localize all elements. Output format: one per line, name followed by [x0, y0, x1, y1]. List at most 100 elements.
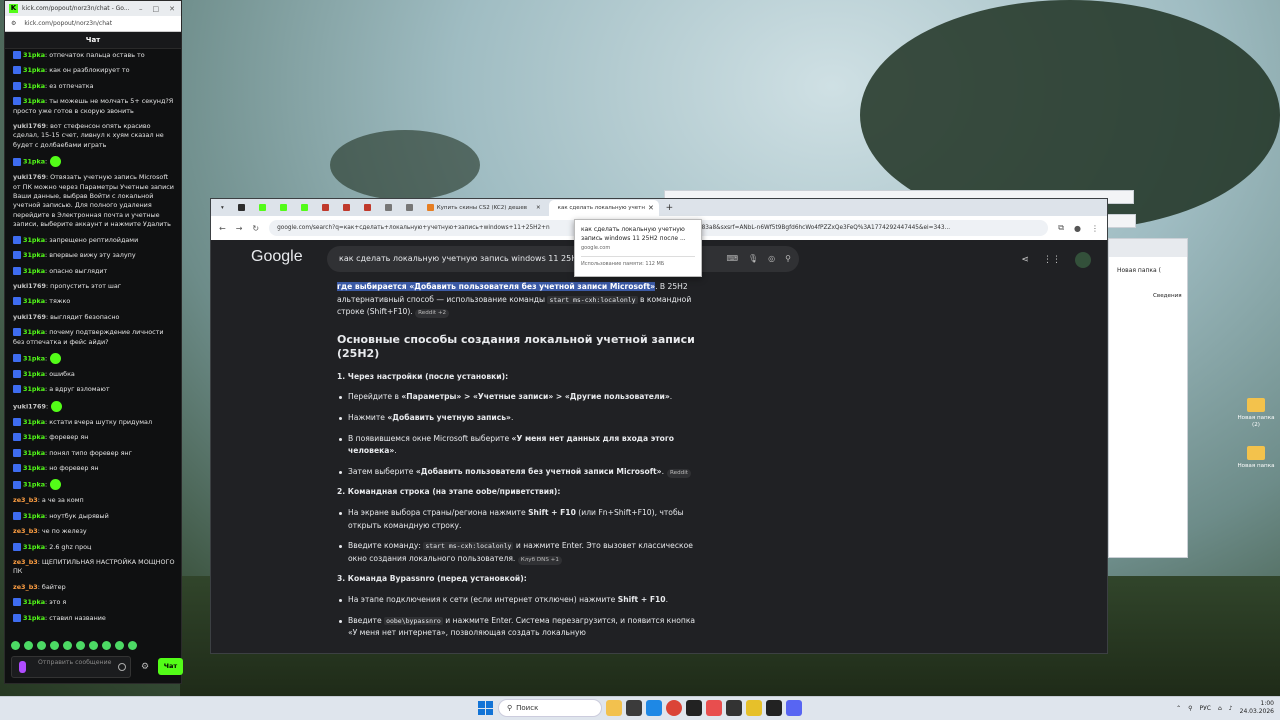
- chat-username[interactable]: 31pka: [23, 464, 45, 472]
- mic-icon[interactable]: [19, 661, 26, 673]
- apps-icon[interactable]: ⋮⋮: [1043, 255, 1061, 265]
- chat-input[interactable]: Отправить сообщение: [11, 656, 131, 678]
- chat-username[interactable]: 31pka: [23, 385, 45, 393]
- taskbar-app-icon[interactable]: [706, 700, 722, 716]
- taskbar-search[interactable]: ⚲ Поиск: [498, 699, 602, 717]
- browser-tab[interactable]: [316, 201, 335, 214]
- chat-send-button[interactable]: Чат: [158, 658, 183, 675]
- file-explorer-icon[interactable]: [606, 700, 622, 716]
- start-button[interactable]: [476, 699, 494, 717]
- chat-username[interactable]: 31pka: [23, 433, 45, 441]
- taskbar-app-icon[interactable]: [766, 700, 782, 716]
- profile-avatar[interactable]: ●: [1074, 224, 1081, 233]
- emote-icon[interactable]: [128, 641, 137, 650]
- taskbar-app-icon[interactable]: [746, 700, 762, 716]
- clock[interactable]: 1:00 24.03.2026: [1240, 700, 1274, 716]
- chat-username[interactable]: yuki1769: [13, 402, 46, 410]
- chat-url[interactable]: kick.com/popout/norz3n/chat: [24, 20, 112, 27]
- chat-username[interactable]: 31pka: [23, 97, 45, 105]
- source-chip[interactable]: Reddit +2: [415, 309, 450, 319]
- taskbar-app-icon[interactable]: [726, 700, 742, 716]
- chat-settings-gear-icon[interactable]: ⚙: [141, 662, 149, 672]
- chat-username[interactable]: 31pka: [23, 297, 45, 305]
- chat-username[interactable]: 31pka: [23, 370, 45, 378]
- browser-tab[interactable]: [232, 201, 251, 214]
- browser-tab[interactable]: [295, 201, 314, 214]
- close-tab-icon[interactable]: ✕: [648, 204, 654, 212]
- account-avatar[interactable]: [1075, 252, 1091, 268]
- browser-tab[interactable]: [253, 201, 272, 214]
- browser-tab[interactable]: [400, 201, 419, 214]
- chat-username[interactable]: 31pka: [23, 614, 45, 622]
- lens-icon[interactable]: ◎: [768, 246, 775, 272]
- browser-tab[interactable]: [379, 201, 398, 214]
- chat-messages[interactable]: 31pka: отпечаток пальца оставь то 31pka: …: [5, 49, 181, 623]
- explorer-tab[interactable]: Новая папка (: [1117, 267, 1161, 274]
- emote-icon[interactable]: [24, 641, 33, 650]
- chat-username[interactable]: yuki1769: [13, 122, 46, 130]
- chat-username[interactable]: 31pka: [23, 51, 45, 59]
- menu-icon[interactable]: ⋮: [1091, 224, 1099, 233]
- chat-username[interactable]: yuki1769: [13, 282, 46, 290]
- close-tab-icon[interactable]: ✕: [536, 205, 541, 211]
- emote-icon[interactable]: [115, 641, 124, 650]
- chat-username[interactable]: ze3_b3: [13, 496, 38, 504]
- chat-username[interactable]: 31pka: [23, 82, 45, 90]
- emote-icon[interactable]: [11, 641, 20, 650]
- chat-username[interactable]: 31pka: [23, 267, 45, 275]
- chat-username[interactable]: 31pka: [23, 158, 45, 166]
- search-input[interactable]: как сделать локальную учетную запись win…: [327, 246, 799, 272]
- network-icon[interactable]: ⌂: [1218, 705, 1222, 712]
- language-indicator[interactable]: РУС: [1200, 705, 1211, 712]
- chat-username[interactable]: yuki1769: [13, 313, 46, 321]
- browser-tab[interactable]: [337, 201, 356, 214]
- chat-username[interactable]: 31pka: [23, 598, 45, 606]
- chat-username[interactable]: 31pka: [23, 66, 45, 74]
- chat-username[interactable]: 31pka: [23, 512, 45, 520]
- desktop-folder-icon[interactable]: Новая папка: [1236, 446, 1276, 470]
- browser-tab[interactable]: [358, 201, 377, 214]
- new-tab-button[interactable]: +: [661, 203, 679, 213]
- explorer-details-item[interactable]: Сведения: [1153, 293, 1182, 299]
- emoji-icon[interactable]: [118, 663, 126, 671]
- forward-icon[interactable]: →: [236, 224, 243, 233]
- chat-username[interactable]: 31pka: [23, 236, 45, 244]
- google-logo[interactable]: Google: [251, 248, 303, 266]
- discord-icon[interactable]: [786, 700, 802, 716]
- close-icon[interactable]: ✕: [169, 5, 175, 13]
- emote-icon[interactable]: [50, 641, 59, 650]
- chat-username[interactable]: 31pka: [23, 418, 45, 426]
- emote-icon[interactable]: [76, 641, 85, 650]
- chrome-icon[interactable]: [666, 700, 682, 716]
- mic-icon[interactable]: 🎙: [748, 246, 758, 272]
- emote-icon[interactable]: [63, 641, 72, 650]
- chat-username[interactable]: ze3_b3: [13, 527, 38, 535]
- minimize-icon[interactable]: –: [139, 5, 143, 13]
- keyboard-icon[interactable]: ⌨: [726, 246, 738, 272]
- search-icon[interactable]: ⚲: [785, 246, 791, 272]
- taskbar-app-icon[interactable]: [626, 700, 642, 716]
- mic-tray-icon[interactable]: ⚲: [1188, 705, 1192, 712]
- chat-username[interactable]: ze3_b3: [13, 583, 38, 591]
- taskbar-app-icon[interactable]: [646, 700, 662, 716]
- tab-list-button[interactable]: ▾: [215, 201, 230, 214]
- reload-icon[interactable]: ↻: [252, 224, 259, 233]
- share-icon[interactable]: ⋖: [1021, 255, 1029, 265]
- chat-username[interactable]: 31pka: [23, 449, 45, 457]
- chat-username[interactable]: 31pka: [23, 481, 45, 489]
- source-chip[interactable]: Reddit: [667, 468, 691, 478]
- explorer-window[interactable]: Новая папка ( Сведения: [1108, 238, 1188, 558]
- back-icon[interactable]: ←: [219, 224, 226, 233]
- show-hidden-icons[interactable]: ⌃: [1176, 705, 1181, 712]
- chat-username[interactable]: yuki1769: [13, 173, 46, 181]
- browser-tab[interactable]: Купить скины CS2 (KC2) дешев ✕: [421, 201, 547, 214]
- emote-icon[interactable]: [89, 641, 98, 650]
- browser-tab[interactable]: [274, 201, 293, 214]
- emote-icon[interactable]: [37, 641, 46, 650]
- taskbar-app-icon[interactable]: [686, 700, 702, 716]
- extensions-icon[interactable]: ⧉: [1058, 223, 1064, 233]
- site-info-icon[interactable]: ⚙: [11, 20, 16, 27]
- chat-username[interactable]: 31pka: [23, 328, 45, 336]
- volume-icon[interactable]: ♪: [1229, 705, 1233, 712]
- source-chip[interactable]: Клуб DNS +1: [517, 555, 562, 565]
